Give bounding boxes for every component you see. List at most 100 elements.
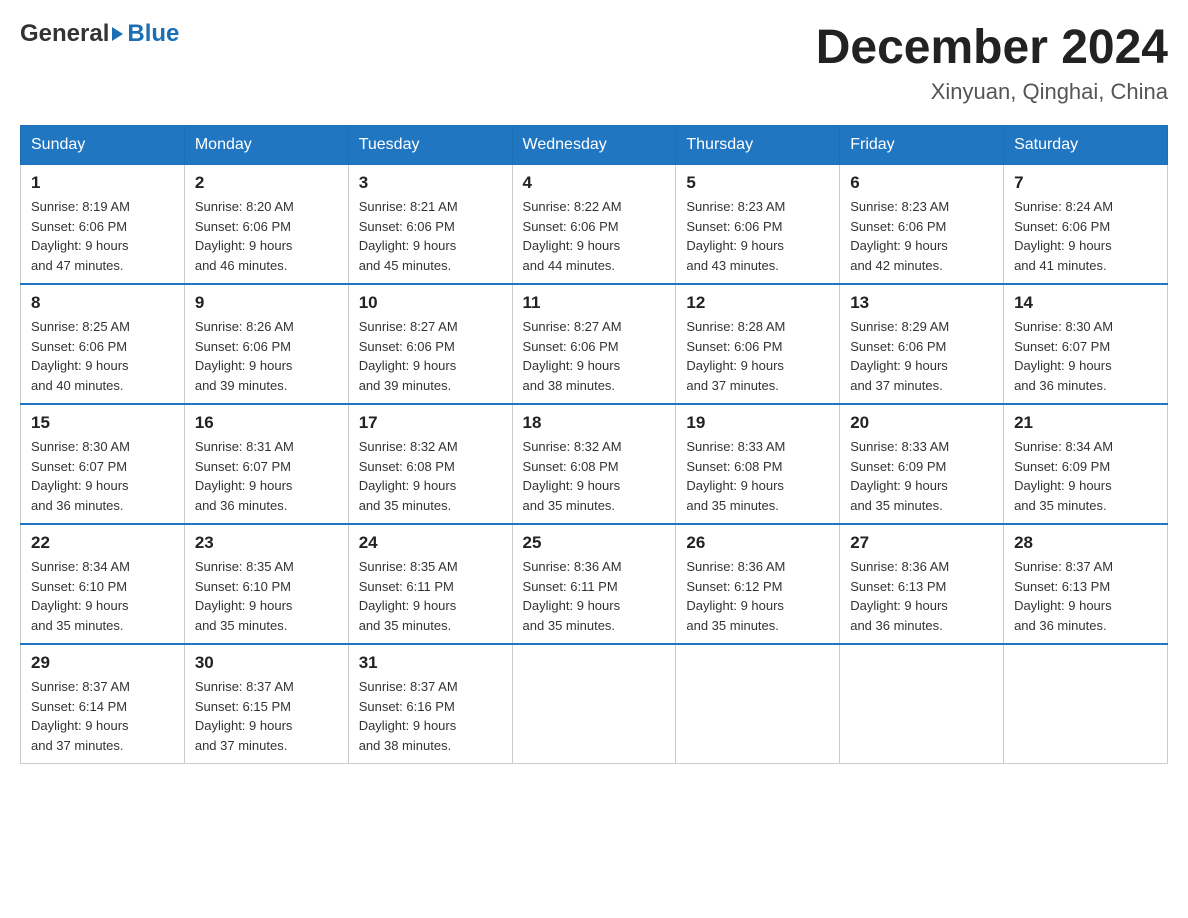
day-number: 9: [195, 293, 338, 313]
calendar-cell: 23 Sunrise: 8:35 AMSunset: 6:10 PMDayligh…: [184, 524, 348, 644]
day-info: Sunrise: 8:23 AMSunset: 6:06 PMDaylight:…: [686, 197, 829, 275]
day-number: 23: [195, 533, 338, 553]
calendar-cell: [1004, 644, 1168, 764]
day-info: Sunrise: 8:26 AMSunset: 6:06 PMDaylight:…: [195, 317, 338, 395]
calendar-cell: 5Sunrise: 8:23 AMSunset: 6:06 PMDaylight…: [676, 165, 840, 285]
day-number: 22: [31, 533, 174, 553]
calendar-cell: 22 Sunrise: 8:34 AMSunset: 6:10 PMDayligh…: [21, 524, 185, 644]
day-number: 18: [523, 413, 666, 433]
calendar-header-row: Sunday Monday Tuesday Wednesday Thursday…: [21, 126, 1168, 165]
day-number: 21: [1014, 413, 1157, 433]
day-number: 7: [1014, 173, 1157, 193]
day-info: Sunrise: 8:30 AMSunset: 6:07 PMDaylight:…: [31, 437, 174, 515]
day-info: Sunrise: 8:29 AMSunset: 6:06 PMDaylight:…: [850, 317, 993, 395]
month-title: December 2024: [816, 20, 1168, 75]
calendar-cell: 7 Sunrise: 8:24 AMSunset: 6:06 PMDaylight…: [1004, 165, 1168, 285]
logo-general: General: [20, 20, 109, 48]
calendar-cell: 18 Sunrise: 8:32 AMSunset: 6:08 PMDayligh…: [512, 404, 676, 524]
calendar-cell: 10Sunrise: 8:27 AMSunset: 6:06 PMDayligh…: [348, 284, 512, 404]
calendar-cell: 24 Sunrise: 8:35 AMSunset: 6:11 PMDayligh…: [348, 524, 512, 644]
day-info: Sunrise: 8:34 AMSunset: 6:09 PMDaylight:…: [1014, 437, 1157, 515]
day-number: 17: [359, 413, 502, 433]
calendar-cell: 15 Sunrise: 8:30 AMSunset: 6:07 PMDayligh…: [21, 404, 185, 524]
col-monday: Monday: [184, 126, 348, 165]
day-number: 29: [31, 653, 174, 673]
calendar-cell: 31 Sunrise: 8:37 AMSunset: 6:16 PMDayligh…: [348, 644, 512, 764]
calendar-cell: 26Sunrise: 8:36 AMSunset: 6:12 PMDayligh…: [676, 524, 840, 644]
logo-blue: Blue: [127, 20, 179, 47]
calendar-cell: [676, 644, 840, 764]
day-number: 1: [31, 173, 174, 193]
calendar-week-row: 29 Sunrise: 8:37 AMSunset: 6:14 PMDayligh…: [21, 644, 1168, 764]
day-number: 20: [850, 413, 993, 433]
calendar-week-row: 22 Sunrise: 8:34 AMSunset: 6:10 PMDayligh…: [21, 524, 1168, 644]
day-info: Sunrise: 8:27 AMSunset: 6:06 PMDaylight:…: [523, 317, 666, 395]
day-number: 24: [359, 533, 502, 553]
calendar-cell: 19 Sunrise: 8:33 AMSunset: 6:08 PMDayligh…: [676, 404, 840, 524]
day-info: Sunrise: 8:35 AMSunset: 6:10 PMDaylight:…: [195, 557, 338, 635]
calendar-cell: 8 Sunrise: 8:25 AMSunset: 6:06 PMDaylight…: [21, 284, 185, 404]
day-info: Sunrise: 8:21 AMSunset: 6:06 PMDaylight:…: [359, 197, 502, 275]
calendar-cell: 29 Sunrise: 8:37 AMSunset: 6:14 PMDayligh…: [21, 644, 185, 764]
calendar-cell: 2 Sunrise: 8:20 AMSunset: 6:06 PMDaylight…: [184, 165, 348, 285]
page-header: General Blue December 2024 Xinyuan, Qing…: [20, 20, 1168, 105]
calendar-cell: 20 Sunrise: 8:33 AMSunset: 6:09 PMDayligh…: [840, 404, 1004, 524]
calendar-week-row: 15 Sunrise: 8:30 AMSunset: 6:07 PMDayligh…: [21, 404, 1168, 524]
day-number: 30: [195, 653, 338, 673]
day-number: 13: [850, 293, 993, 313]
day-info: Sunrise: 8:37 AMSunset: 6:15 PMDaylight:…: [195, 677, 338, 755]
calendar-cell: 25 Sunrise: 8:36 AMSunset: 6:11 PMDayligh…: [512, 524, 676, 644]
calendar-cell: 28Sunrise: 8:37 AMSunset: 6:13 PMDayligh…: [1004, 524, 1168, 644]
day-info: Sunrise: 8:37 AMSunset: 6:14 PMDaylight:…: [31, 677, 174, 755]
calendar-cell: 3 Sunrise: 8:21 AMSunset: 6:06 PMDaylight…: [348, 165, 512, 285]
day-info: Sunrise: 8:36 AMSunset: 6:11 PMDaylight:…: [523, 557, 666, 635]
col-wednesday: Wednesday: [512, 126, 676, 165]
day-info: Sunrise: 8:30 AMSunset: 6:07 PMDaylight:…: [1014, 317, 1157, 395]
day-info: Sunrise: 8:31 AMSunset: 6:07 PMDaylight:…: [195, 437, 338, 515]
day-number: 16: [195, 413, 338, 433]
day-info: Sunrise: 8:35 AMSunset: 6:11 PMDaylight:…: [359, 557, 502, 635]
day-info: Sunrise: 8:32 AMSunset: 6:08 PMDaylight:…: [523, 437, 666, 515]
calendar-cell: 13 Sunrise: 8:29 AMSunset: 6:06 PMDayligh…: [840, 284, 1004, 404]
calendar-cell: 6Sunrise: 8:23 AMSunset: 6:06 PMDaylight…: [840, 165, 1004, 285]
day-number: 15: [31, 413, 174, 433]
col-thursday: Thursday: [676, 126, 840, 165]
day-info: Sunrise: 8:33 AMSunset: 6:09 PMDaylight:…: [850, 437, 993, 515]
day-info: Sunrise: 8:33 AMSunset: 6:08 PMDaylight:…: [686, 437, 829, 515]
day-info: Sunrise: 8:24 AMSunset: 6:06 PMDaylight:…: [1014, 197, 1157, 275]
day-number: 4: [523, 173, 666, 193]
day-info: Sunrise: 8:36 AMSunset: 6:12 PMDaylight:…: [686, 557, 829, 635]
calendar-week-row: 1Sunrise: 8:19 AMSunset: 6:06 PMDaylight…: [21, 165, 1168, 285]
day-info: Sunrise: 8:37 AMSunset: 6:16 PMDaylight:…: [359, 677, 502, 755]
logo-arrow-bottom: [112, 34, 123, 41]
col-friday: Friday: [840, 126, 1004, 165]
day-number: 14: [1014, 293, 1157, 313]
calendar-cell: 21 Sunrise: 8:34 AMSunset: 6:09 PMDayligh…: [1004, 404, 1168, 524]
day-info: Sunrise: 8:27 AMSunset: 6:06 PMDaylight:…: [359, 317, 502, 395]
day-number: 19: [686, 413, 829, 433]
day-info: Sunrise: 8:34 AMSunset: 6:10 PMDaylight:…: [31, 557, 174, 635]
title-section: December 2024 Xinyuan, Qinghai, China: [816, 20, 1168, 105]
day-info: Sunrise: 8:37 AMSunset: 6:13 PMDaylight:…: [1014, 557, 1157, 635]
day-number: 3: [359, 173, 502, 193]
calendar-cell: 12 Sunrise: 8:28 AMSunset: 6:06 PMDayligh…: [676, 284, 840, 404]
calendar-cell: [512, 644, 676, 764]
day-number: 8: [31, 293, 174, 313]
day-number: 2: [195, 173, 338, 193]
logo-arrow-top: [112, 27, 123, 34]
day-number: 11: [523, 293, 666, 313]
calendar-cell: 30 Sunrise: 8:37 AMSunset: 6:15 PMDayligh…: [184, 644, 348, 764]
calendar-cell: 1Sunrise: 8:19 AMSunset: 6:06 PMDaylight…: [21, 165, 185, 285]
col-sunday: Sunday: [21, 126, 185, 165]
day-info: Sunrise: 8:20 AMSunset: 6:06 PMDaylight:…: [195, 197, 338, 275]
calendar-cell: 27Sunrise: 8:36 AMSunset: 6:13 PMDayligh…: [840, 524, 1004, 644]
day-number: 25: [523, 533, 666, 553]
day-info: Sunrise: 8:32 AMSunset: 6:08 PMDaylight:…: [359, 437, 502, 515]
logo: General Blue: [20, 20, 179, 48]
col-saturday: Saturday: [1004, 126, 1168, 165]
day-info: Sunrise: 8:25 AMSunset: 6:06 PMDaylight:…: [31, 317, 174, 395]
day-info: Sunrise: 8:28 AMSunset: 6:06 PMDaylight:…: [686, 317, 829, 395]
day-number: 27: [850, 533, 993, 553]
day-number: 31: [359, 653, 502, 673]
day-number: 12: [686, 293, 829, 313]
